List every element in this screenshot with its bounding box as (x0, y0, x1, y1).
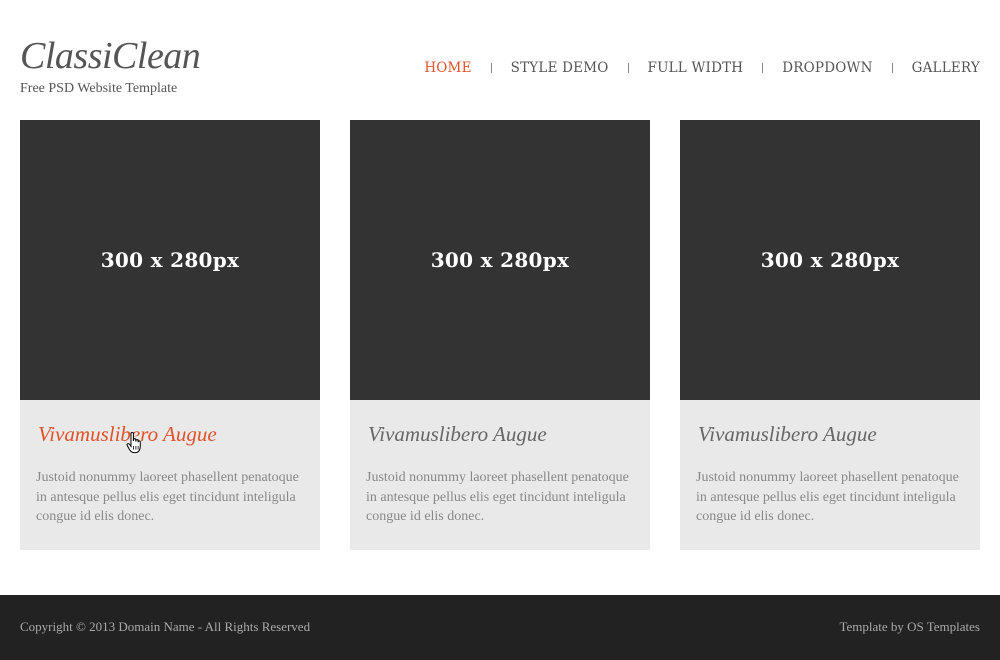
card-description: Justoid nonummy laoreet phasellent penat… (36, 470, 299, 524)
feature-card: 300 x 280px Vivamuslibero Augue Justoid … (350, 120, 650, 550)
card-title-link[interactable]: Vivamuslibero Augue (698, 422, 877, 447)
nav-divider (490, 63, 492, 73)
site-footer: Copyright © 2013 Domain Name - All Right… (0, 595, 1000, 660)
card-image-placeholder[interactable]: 300 x 280px (20, 120, 320, 400)
nav-item-gallery[interactable]: GALLERY (912, 60, 980, 76)
footer-copyright: Copyright © 2013 Domain Name - All Right… (20, 619, 311, 634)
main-nav: HOME STYLE DEMO FULL WIDTH DROPDOWN GALL… (424, 60, 980, 76)
card-description: Justoid nonummy laoreet phasellent penat… (366, 470, 629, 524)
card-image-placeholder[interactable]: 300 x 280px (350, 120, 650, 400)
featured-cards: 300 x 280px Vivamuslibero Augue Justoid … (20, 120, 980, 550)
site-tagline: Free PSD Website Template (20, 81, 178, 96)
card-image-placeholder[interactable]: 300 x 280px (680, 120, 980, 400)
image-placeholder-label: 300 x 280px (760, 248, 900, 272)
site-logo[interactable]: ClassiClean (20, 36, 201, 76)
card-description: Justoid nonummy laoreet phasellent penat… (696, 470, 959, 524)
card-title-link[interactable]: Vivamuslibero Augue (368, 422, 547, 447)
nav-item-home[interactable]: HOME (424, 60, 471, 76)
nav-item-dropdown[interactable]: DROPDOWN (782, 60, 872, 76)
image-placeholder-label: 300 x 280px (430, 248, 570, 272)
nav-divider (891, 63, 893, 73)
feature-card: 300 x 280px Vivamuslibero Augue Justoid … (680, 120, 980, 550)
footer-credit-link[interactable]: Template by OS Templates (839, 619, 980, 635)
hand-pointer-icon (126, 432, 141, 454)
nav-item-style-demo[interactable]: STYLE DEMO (511, 60, 609, 76)
site-header: ClassiClean Free PSD Website Template HO… (0, 0, 1000, 120)
nav-divider (762, 63, 764, 73)
image-placeholder-label: 300 x 280px (100, 248, 240, 272)
nav-divider (627, 63, 629, 73)
nav-item-full-width[interactable]: FULL WIDTH (648, 60, 744, 76)
feature-card: 300 x 280px Vivamuslibero Augue Justoid … (20, 120, 320, 550)
